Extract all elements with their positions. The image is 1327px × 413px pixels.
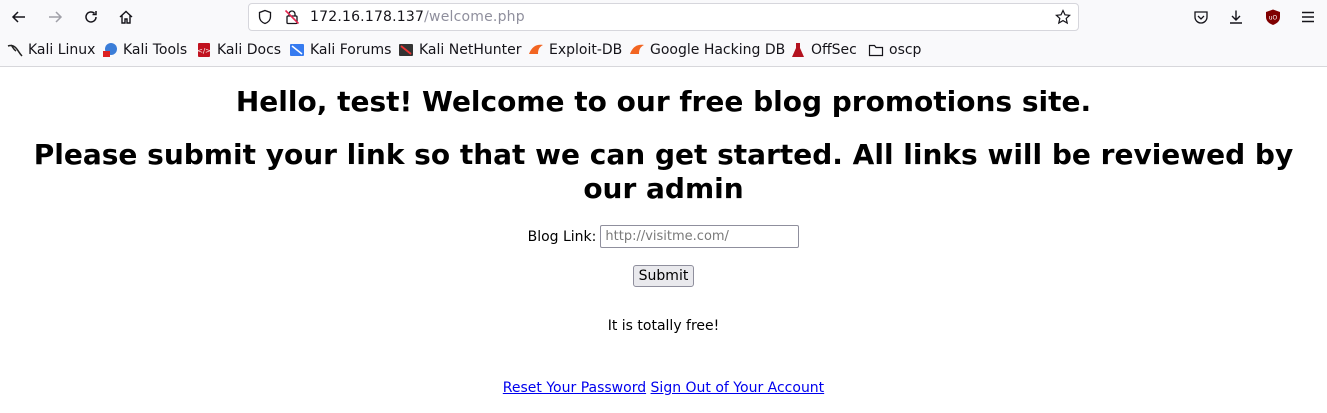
url-text: 172.16.178.137/welcome.php [310,9,525,25]
submit-button[interactable]: Submit [632,265,695,287]
kali-tools-icon [103,43,117,57]
ublock-icon[interactable]: uO [1265,9,1281,25]
star-icon[interactable] [1055,9,1071,25]
bookmark-google-hacking-db[interactable]: Google Hacking DB [629,42,785,58]
sign-out-link[interactable]: Sign Out of Your Account [651,380,825,396]
svg-text:uO: uO [1269,15,1278,22]
submit-heading: Please submit your link so that we can g… [33,138,1294,205]
url-bar[interactable]: 172.16.178.137/welcome.php [248,3,1079,31]
bookmark-label: OffSec [811,42,857,58]
bookmark-folder-oscp[interactable]: oscp [868,42,921,58]
menu-icon[interactable] [1300,9,1316,25]
download-icon[interactable] [1228,9,1244,25]
blog-link-input[interactable] [600,225,800,248]
bookmark-exploit-db[interactable]: Exploit-DB [528,42,622,58]
url-host: 172.16.178.137 [310,9,425,25]
reload-icon [85,11,97,23]
url-path: /welcome.php [424,9,525,25]
bookmark-label: Exploit-DB [549,42,623,58]
pocket-icon[interactable] [1193,9,1209,25]
kali-nethunter-icon [399,44,413,56]
blog-link-form: Blog Link: [0,225,1327,248]
browser-toolbar: 172.16.178.137/welcome.php uO [0,0,1327,35]
bookmark-kali-tools[interactable]: Kali Tools [102,42,187,58]
bookmark-kali-nethunter[interactable]: Kali NetHunter [398,42,521,58]
back-button[interactable] [4,2,34,32]
home-button[interactable] [111,2,141,32]
reset-password-link[interactable]: Reset Your Password [503,380,646,396]
bookmark-kali-linux[interactable]: Kali Linux [7,42,95,58]
forward-button[interactable] [40,2,70,32]
insecure-lock-icon[interactable] [284,9,300,25]
bookmark-label: Kali Forums [310,42,392,58]
bookmark-label: Kali Linux [28,42,96,58]
folder-icon [868,44,884,57]
kali-forums-icon [290,44,304,56]
bookmark-label: Google Hacking DB [650,42,786,58]
bookmark-kali-forums[interactable]: Kali Forums [289,42,391,58]
ghdb-icon [630,44,644,54]
submit-container: Submit [0,265,1327,287]
shield-icon[interactable] [257,9,273,25]
welcome-heading: Hello, test! Welcome to our free blog pr… [235,85,1092,118]
svg-text:</>: </> [197,47,211,55]
blog-link-label: Blog Link: [527,228,597,245]
free-text: It is totally free! [607,318,720,334]
bookmark-label: Kali Docs [217,42,282,58]
bookmark-offsec[interactable]: OffSec [790,42,857,58]
bookmark-label: Kali Tools [123,42,188,58]
account-links: Reset Your Password Sign Out of Your Acc… [0,380,1327,396]
offsec-icon [792,43,804,57]
reload-button[interactable] [76,2,106,32]
kali-dragon-icon [7,44,23,57]
kali-docs-icon: </> [197,43,211,57]
back-icon [11,11,25,23]
home-icon [119,10,133,24]
bookmark-kali-docs[interactable]: </> Kali Docs [196,42,281,58]
forward-icon [49,11,63,23]
bookmark-label: Kali NetHunter [419,42,522,58]
bookmarks-toolbar: Kali Linux Kali Tools </> Kali Docs Kali… [0,35,1327,67]
exploit-db-icon [529,44,543,54]
bookmark-label: oscp [889,42,922,58]
